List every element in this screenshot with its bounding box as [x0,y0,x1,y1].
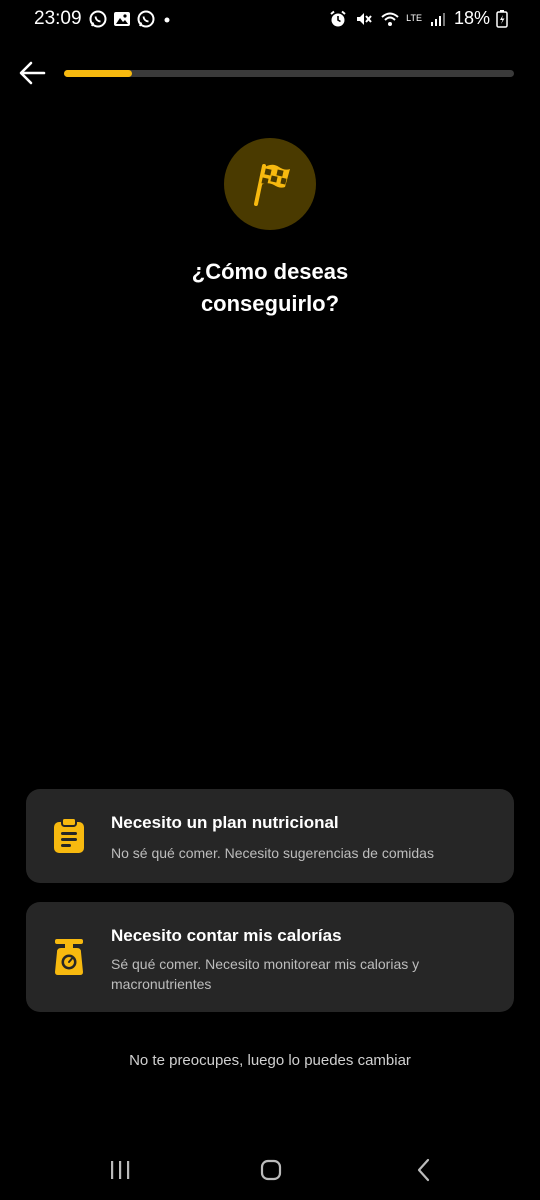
option-count-calories[interactable]: Necesito contar mis calorías Sé qué come… [26,902,514,1012]
clipboard-list-icon [54,817,84,853]
progress-fill [64,70,132,77]
lte-label: LTE [406,13,422,23]
status-time: 23:09 [34,8,82,29]
option-nutrition-plan[interactable]: Necesito un plan nutricional No sé qué c… [26,789,514,883]
progress-bar [64,70,514,77]
top-bar [0,52,540,94]
checkered-flag-icon [254,164,290,206]
gallery-icon [114,12,130,26]
notification-icons [88,9,174,29]
signal-icon [430,12,445,26]
option-title: Necesito contar mis calorías [111,926,342,945]
recent-apps-button[interactable] [100,1154,140,1186]
notification-dot-icon [164,17,170,23]
option-description: No sé qué comer. Necesito sugerencias de… [111,845,434,861]
home-icon [260,1159,282,1181]
kitchen-scale-icon [55,939,83,975]
alarm-icon [330,10,346,26]
footer-note: No te preocupes, luego lo puedes cambiar [129,1052,411,1069]
wifi-icon [381,12,399,26]
chevron-left-icon [417,1158,430,1182]
status-right: LTE 18% [328,8,508,29]
page-title: ¿Cómo deseas conseguirlo? [191,259,349,316]
recent-apps-icon [111,1161,130,1179]
system-back-button[interactable] [404,1154,444,1186]
mute-icon [357,12,372,25]
option-description: Sé qué comer. Necesito monitorear mis ca… [111,956,420,992]
whatsapp-icon [137,10,155,28]
arrow-left-icon [19,61,46,85]
hero-badge [224,138,316,230]
whatsapp-icon [89,10,107,28]
back-button[interactable] [16,58,48,88]
home-button[interactable] [251,1154,291,1186]
battery-charging-icon [496,9,508,28]
battery-percentage: 18% [453,8,490,28]
status-bar: 23:09 LTE 18% [0,0,540,40]
system-nav-bar [0,1140,540,1200]
option-title: Necesito un plan nutricional [111,813,339,832]
